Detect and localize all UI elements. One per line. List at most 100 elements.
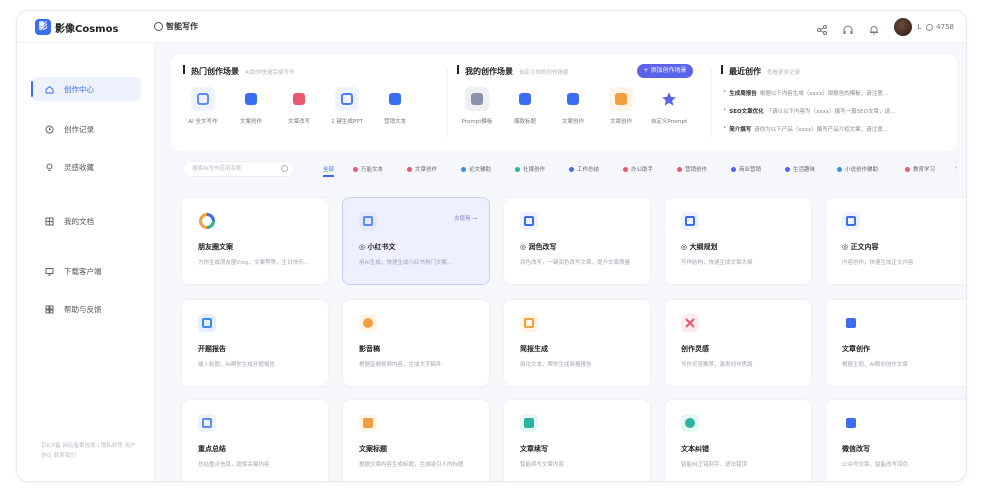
card-desc: 输入标题，AI帮你生成开题报告 — [198, 362, 275, 368]
help-icon — [45, 305, 54, 314]
sidebar-item-label: 我的文档 — [64, 216, 94, 226]
recent-item-name: SEO文章优化 — [729, 109, 764, 115]
hot-scenes-title: 热门创作场景 — [191, 67, 239, 76]
scene-card[interactable]: 文章续写 智能续写文章内容 — [503, 399, 651, 481]
hot-scenes-header: 热门创作场景 AI助你快速完成写作 — [183, 65, 294, 77]
sidebar-item-creation-center[interactable]: 创作中心 — [31, 77, 141, 101]
logo-icon: 影 — [35, 19, 51, 35]
recent-item[interactable]: • 生成周报告 根据以下内容生成（xxxx）周报告的模板，请注意... — [723, 89, 888, 97]
filter-chip[interactable]: 小说创作辅助 — [837, 165, 878, 173]
headline-icon — [359, 414, 377, 432]
scene-card[interactable]: 文案标题 根据文章内容生成标题，生成吸引人的标题 — [342, 399, 490, 481]
star-icon — [657, 87, 681, 111]
hot-tool[interactable]: 1 键生成PPT — [325, 87, 369, 125]
hot-tool[interactable]: 营销文本 — [373, 87, 417, 125]
card-title: 文章创作 — [842, 345, 870, 353]
report-icon — [198, 314, 216, 332]
article-icon — [609, 87, 633, 111]
app-window: 影 影像Cosmos 智能写作 L 4758 创作中心 创作记录 灵感收藏 我的… — [16, 10, 967, 482]
copywriting-icon — [561, 87, 585, 111]
my-tool[interactable]: 爆款标题 — [503, 87, 547, 125]
summary-icon — [198, 414, 216, 432]
share-icon[interactable] — [816, 21, 828, 35]
copywriting-icon — [239, 87, 263, 111]
scene-card[interactable]: ◎ 大纲规划 写作结构，快速生成文章大纲 — [664, 197, 812, 285]
hot-scenes-subtitle: AI助你快速完成写作 — [245, 70, 295, 76]
divider — [447, 67, 448, 137]
sidebar-item-label: 灵感收藏 — [64, 162, 94, 172]
card-desc: 智能纠正错别字，语法错误 — [681, 462, 748, 468]
filter-chip[interactable]: 营销创作 — [677, 165, 707, 173]
scene-card[interactable]: ◎ 润色改写 润色改写，一键润色改写文章，提升文章质量 — [503, 197, 651, 285]
chevron-right-icon[interactable]: › — [955, 165, 957, 171]
scene-card[interactable]: 影音稿 根据音频视频内容，生成文字稿件 — [342, 299, 490, 387]
bell-icon[interactable] — [868, 21, 880, 35]
brief-icon — [520, 314, 538, 332]
sidebar-item-download[interactable]: 下载客户端 — [31, 259, 141, 283]
filter-chip[interactable]: 办公助手 — [623, 165, 653, 173]
scene-card[interactable]: 开题报告 输入标题，AI帮你生成开题报告 — [181, 299, 329, 387]
add-scene-button[interactable]: + 添加创作场景 — [637, 64, 693, 78]
filter-chip[interactable]: 商业营销 — [731, 165, 761, 173]
card-title: 简报生成 — [520, 345, 548, 353]
use-link[interactable]: 去使用 → — [454, 214, 477, 222]
scene-panel: 热门创作场景 AI助你快速完成写作 AI 全文写作 文案创作 文章改写 1 键生… — [171, 55, 957, 151]
tool-label: Prompt模板 — [461, 119, 493, 125]
sidebar-item-help[interactable]: 帮助与反馈 — [31, 297, 141, 321]
my-tool[interactable]: 文案创作 — [551, 87, 595, 125]
bulb-icon — [45, 163, 54, 172]
filter-chip[interactable]: 文章创作 — [407, 165, 437, 173]
filter-chip[interactable]: 工作总结 — [569, 165, 599, 173]
hot-tool[interactable]: 文章改写 — [277, 87, 321, 125]
headset-icon[interactable] — [842, 21, 854, 34]
scene-card[interactable]: ◎ 正文内容 内容创作，快速生成正文内容 — [825, 197, 966, 285]
points-badge[interactable]: 4758 — [926, 23, 954, 31]
sidebar-item-history[interactable]: 创作记录 — [31, 117, 141, 141]
scene-card[interactable]: 重点总结 总结重点信息，提炼关键内容 — [181, 399, 329, 481]
filter-chip[interactable]: 生活趣味 — [785, 165, 815, 173]
filter-chip[interactable]: 社媒创作 — [515, 165, 545, 173]
filter-chip[interactable]: 万能文本 — [353, 165, 383, 173]
card-desc: 内容创作，快速生成正文内容 — [842, 260, 914, 266]
scene-card[interactable]: 微信改写 公众号文章，智能改写润色 — [825, 399, 966, 481]
user-menu[interactable]: L 4758 — [894, 18, 954, 36]
app-logo[interactable]: 影 影像Cosmos — [35, 19, 118, 35]
breadcrumb-icon — [154, 22, 163, 31]
card-desc: 智能续写文章内容 — [520, 462, 565, 468]
sidebar-item-documents[interactable]: 我的文档 — [31, 209, 141, 233]
card-title: 影音稿 — [359, 345, 380, 353]
top-bar: 影 影像Cosmos 智能写作 L 4758 — [17, 11, 966, 43]
recent-title: 最近创作 — [729, 67, 761, 76]
my-tool[interactable]: 自定义Prompt — [647, 87, 691, 125]
search-icon[interactable] — [281, 165, 288, 172]
card-title: 文章续写 — [520, 445, 548, 453]
recent-subtitle: 查看更多记录 — [767, 70, 801, 76]
scene-card[interactable]: 创作灵感 写作灵感推荐，激发创作思路 — [664, 299, 812, 387]
scene-card[interactable]: 文本纠错 智能纠正错别字，语法错误 — [664, 399, 812, 481]
filter-chip[interactable]: 教育学习 — [905, 165, 935, 173]
hot-tool[interactable]: AI 全文写作 — [181, 87, 225, 125]
card-desc: 润色改写，一键润色改写文章，提升文章质量 — [520, 260, 631, 266]
recent-item[interactable]: • SEO文章优化 「请以以下内容为（xxxx）撰写一篇SEO文章，请... — [723, 107, 895, 115]
my-scenes-header: 我的创作场景 自定义你的创作场景 — [457, 65, 569, 77]
card-title: 创作灵感 — [681, 345, 709, 353]
avatar[interactable] — [894, 18, 913, 36]
filter-chip-all[interactable]: 全部 — [323, 165, 335, 177]
rewrite-icon — [287, 87, 311, 111]
scene-card[interactable]: 朋友圈文案 为你生成朋友圈Vlog、文案等等，生日快乐... — [181, 197, 329, 285]
search-input[interactable]: 搜索AI写作应用名称 — [183, 161, 295, 177]
scene-card[interactable]: 简报生成 简化文本，帮你生成简报报告 — [503, 299, 651, 387]
sidebar-item-inspiration[interactable]: 灵感收藏 — [31, 155, 141, 179]
sidebar-item-label: 下载客户端 — [64, 266, 102, 276]
sidebar-item-label: 创作记录 — [64, 124, 94, 134]
content-icon — [842, 212, 860, 230]
scene-card[interactable]: 文章创作 根据主题，AI帮你创作文章 — [825, 299, 966, 387]
my-tool[interactable]: 文章创作 — [599, 87, 643, 125]
hot-tool[interactable]: 文案创作 — [229, 87, 273, 125]
scene-card-selected[interactable]: 去使用 → ◎ 小红书文 用AI生成，快速生成小红书热门文案... — [342, 197, 490, 285]
my-tool[interactable]: Prompt模板 — [455, 87, 499, 125]
recent-item[interactable]: • 简介撰写 请你为以下产品（xxxx）撰写产品介绍文案，请注意... — [723, 125, 888, 133]
user-name: L — [917, 23, 922, 31]
filter-chip[interactable]: 论文辅助 — [461, 165, 491, 173]
sidebar-item-label: 帮助与反馈 — [64, 304, 102, 314]
